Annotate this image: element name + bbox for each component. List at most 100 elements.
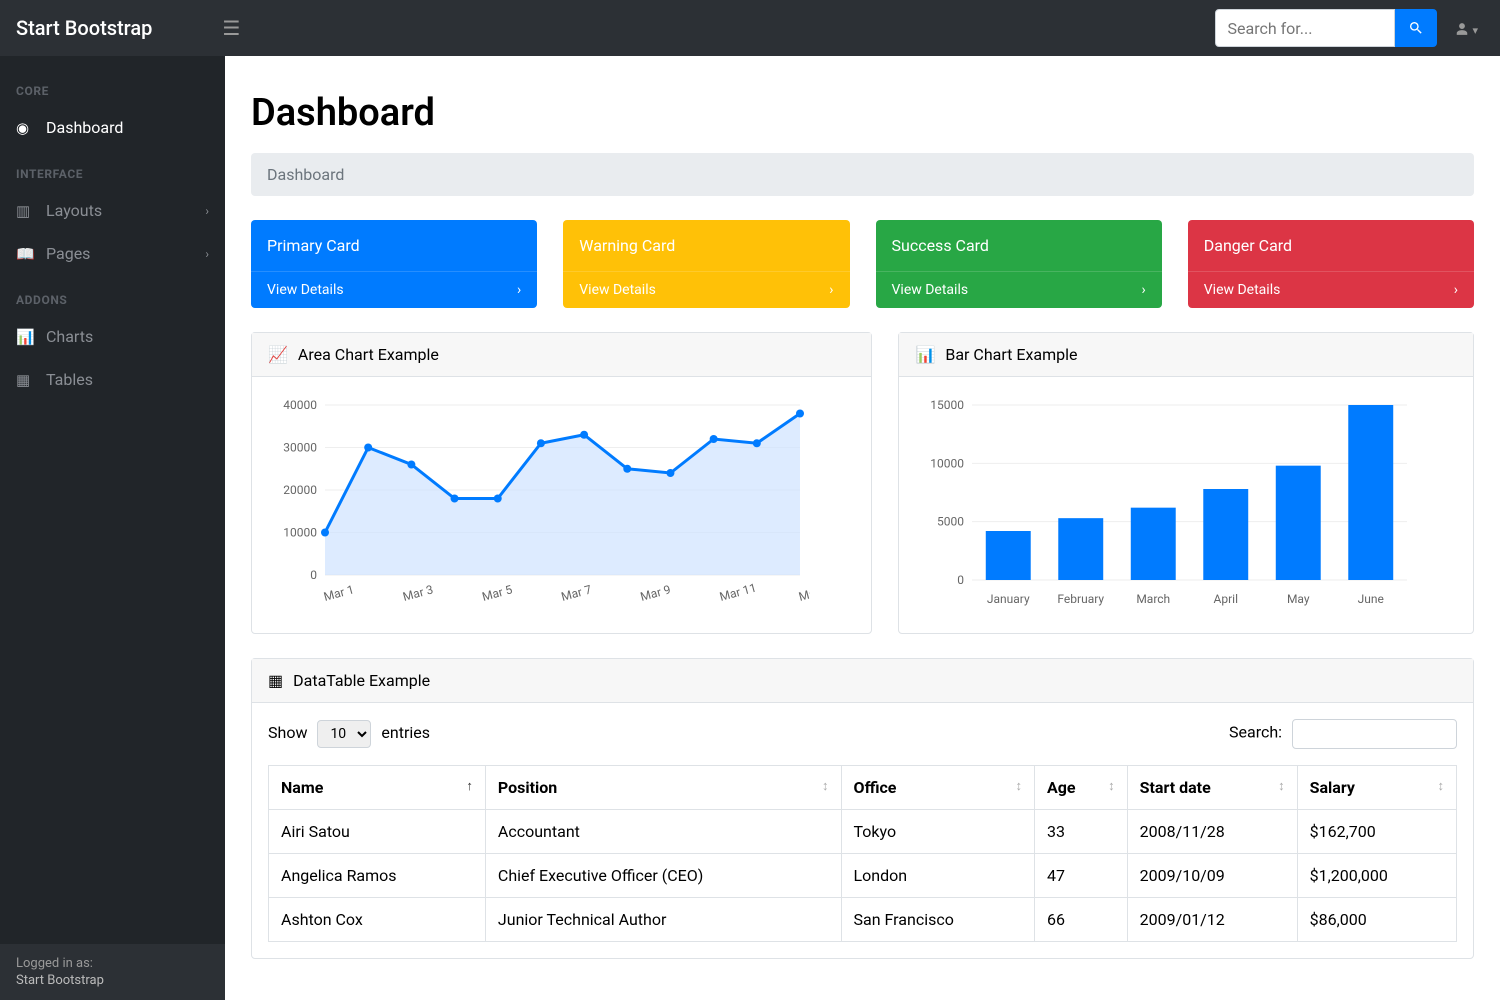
chevron-right-icon: › — [829, 282, 833, 298]
brand[interactable]: Start Bootstrap — [16, 16, 152, 40]
area-chart-title: Area Chart Example — [298, 345, 439, 364]
sidebar-item-label: Dashboard — [46, 118, 123, 137]
dashboard-icon: ◉ — [16, 119, 34, 137]
bar-chart-icon: 📊 — [915, 345, 935, 364]
datatable-length: Show 10 entries — [268, 720, 430, 748]
nav-heading: INTERFACE — [0, 149, 225, 189]
danger-card: Danger CardView Details› — [1188, 220, 1474, 308]
datatable-title: DataTable Example — [293, 671, 430, 690]
svg-text:Mar 3: Mar 3 — [401, 582, 434, 603]
svg-text:5000: 5000 — [937, 515, 964, 529]
svg-text:Mar 9: Mar 9 — [639, 582, 672, 603]
sidebar-item-charts[interactable]: 📊 Charts — [0, 315, 225, 358]
logged-in-label: Logged in as: — [16, 956, 209, 971]
svg-text:April: April — [1214, 592, 1238, 606]
svg-text:Mar 5: Mar 5 — [480, 582, 514, 604]
sort-icon: ↕ — [1015, 778, 1022, 794]
bar-chart: 050001000015000JanuaryFebruaryMarchApril… — [917, 395, 1417, 615]
primary-card: Primary CardView Details› — [251, 220, 537, 308]
col-office[interactable]: Office↕ — [841, 766, 1034, 810]
sidebar-item-label: Pages — [46, 244, 90, 263]
main-content: Dashboard Dashboard Primary CardView Det… — [225, 56, 1500, 1000]
svg-text:20000: 20000 — [283, 483, 317, 497]
col-position[interactable]: Position↕ — [485, 766, 841, 810]
sidebar-toggle[interactable]: ☰ — [222, 16, 240, 40]
search-button[interactable] — [1395, 9, 1437, 47]
table-row: Angelica RamosChief Executive Officer (C… — [269, 854, 1457, 898]
svg-text:40000: 40000 — [283, 398, 317, 412]
datatable-search: Search: — [1229, 719, 1457, 749]
user-icon — [1455, 19, 1469, 38]
datatable: Name↑Position↕Office↕Age↕Start date↕Sala… — [268, 765, 1457, 942]
sidebar-item-label: Tables — [46, 370, 93, 389]
card-title: Danger Card — [1188, 220, 1474, 271]
sidebar-item-label: Charts — [46, 327, 93, 346]
sidebar-item-pages[interactable]: 📖 Pages › — [0, 232, 225, 275]
bar-chart-title: Bar Chart Example — [945, 345, 1077, 364]
card-link[interactable]: View Details› — [251, 271, 537, 308]
caret-down-icon: ▾ — [1472, 24, 1478, 37]
svg-text:30000: 30000 — [283, 441, 317, 455]
summary-cards: Primary CardView Details›Warning CardVie… — [251, 220, 1474, 308]
top-nav: Start Bootstrap ☰ ▾ — [0, 0, 1500, 56]
svg-text:June: June — [1358, 592, 1384, 606]
svg-text:January: January — [987, 592, 1030, 606]
chevron-right-icon: › — [205, 247, 209, 261]
col-salary[interactable]: Salary↕ — [1297, 766, 1456, 810]
svg-text:Mar 7: Mar 7 — [560, 582, 594, 604]
logged-in-user: Start Bootstrap — [16, 973, 209, 988]
chart-icon: 📊 — [16, 328, 34, 346]
svg-text:Mar 13: Mar 13 — [797, 581, 810, 604]
svg-text:March: March — [1137, 592, 1171, 606]
card-link[interactable]: View Details› — [563, 271, 849, 308]
chevron-right-icon: › — [1454, 282, 1458, 298]
search-input[interactable] — [1215, 9, 1395, 47]
entries-select[interactable]: 10 — [317, 720, 371, 748]
sidebar-item-tables[interactable]: ▦ Tables — [0, 358, 225, 401]
col-name[interactable]: Name↑ — [269, 766, 486, 810]
table-row: Airi SatouAccountantTokyo332008/11/28$16… — [269, 810, 1457, 854]
svg-text:May: May — [1287, 592, 1310, 606]
area-chart: 0 10000 20000 30000 40000 Mar 1 Mar 3 Mar 5 Mar … — [270, 395, 810, 615]
sidebar-item-layouts[interactable]: ▥ Layouts › — [0, 189, 225, 232]
success-card: Success CardView Details› — [876, 220, 1162, 308]
columns-icon: ▥ — [16, 202, 34, 220]
card-title: Warning Card — [563, 220, 849, 271]
svg-text:Mar 11: Mar 11 — [718, 581, 758, 604]
chevron-right-icon: › — [205, 204, 209, 218]
sort-icon: ↕ — [1108, 778, 1115, 794]
breadcrumb: Dashboard — [251, 153, 1474, 196]
svg-text:0: 0 — [958, 573, 965, 587]
svg-text:10000: 10000 — [283, 526, 317, 540]
card-title: Primary Card — [251, 220, 537, 271]
sort-icon: ↕ — [822, 778, 829, 794]
table-icon: ▦ — [16, 371, 34, 389]
col-start-date[interactable]: Start date↕ — [1127, 766, 1297, 810]
area-chart-icon: 📈 — [268, 345, 288, 364]
card-title: Success Card — [876, 220, 1162, 271]
sort-icon: ↕ — [1438, 778, 1445, 794]
table-row: Ashton CoxJunior Technical AuthorSan Fra… — [269, 898, 1457, 942]
datatable-search-input[interactable] — [1292, 719, 1457, 749]
sort-icon: ↑ — [466, 778, 473, 794]
svg-text:0: 0 — [310, 568, 317, 582]
search-group — [1215, 9, 1437, 47]
col-age[interactable]: Age↕ — [1034, 766, 1127, 810]
area-chart-panel: 📈 Area Chart Example 0 10000 20000 30000 4000… — [251, 332, 872, 634]
sidebar: CORE ◉ Dashboard INTERFACE ▥ Layouts › 📖 Pages › A… — [0, 56, 225, 1000]
user-menu[interactable]: ▾ — [1449, 19, 1485, 38]
svg-text:10000: 10000 — [931, 456, 965, 470]
chevron-right-icon: › — [1142, 282, 1146, 298]
card-link[interactable]: View Details› — [1188, 271, 1474, 308]
sort-icon: ↕ — [1278, 778, 1285, 794]
datatable-panel: ▦DataTable Example Show 10 entries Searc… — [251, 658, 1474, 959]
svg-text:Mar 1: Mar 1 — [322, 582, 355, 603]
nav-heading: CORE — [0, 66, 225, 106]
svg-text:15000: 15000 — [931, 398, 965, 412]
book-icon: 📖 — [16, 245, 34, 263]
sidebar-footer: Logged in as: Start Bootstrap — [0, 944, 225, 1000]
card-link[interactable]: View Details› — [876, 271, 1162, 308]
nav-heading: ADDONS — [0, 275, 225, 315]
sidebar-item-label: Layouts — [46, 201, 102, 220]
sidebar-item-dashboard[interactable]: ◉ Dashboard — [0, 106, 225, 149]
